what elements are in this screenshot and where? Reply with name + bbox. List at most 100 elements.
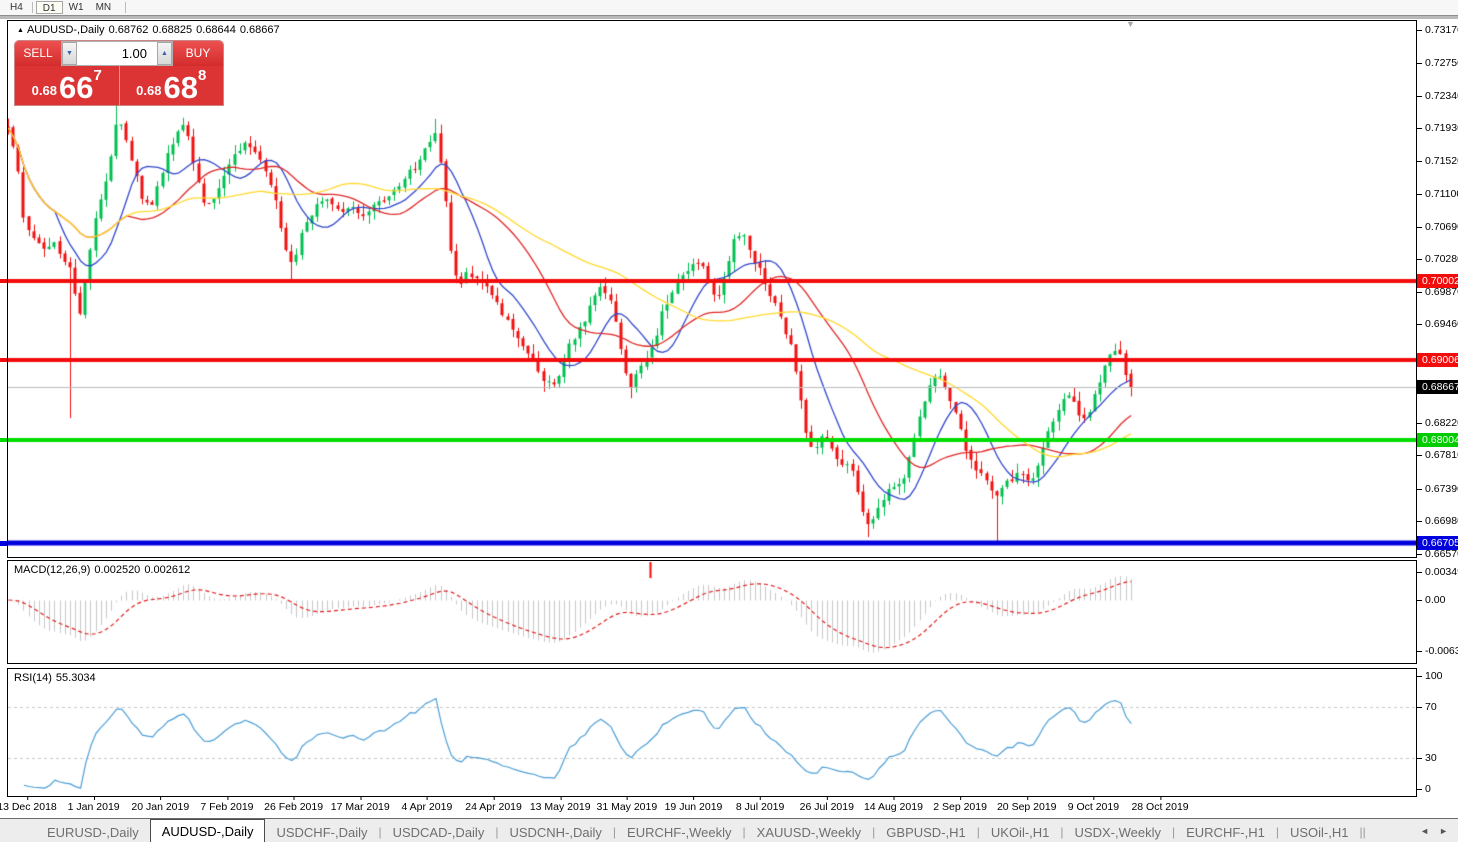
chart-shift-marker-icon[interactable]: ▼ [1126,19,1135,29]
volume-input[interactable]: 1.00 [77,42,157,65]
ohlc-high: 0.68825 [152,24,192,36]
timeframe-button-d1[interactable]: D1 [36,1,63,14]
date-label: 8 Jul 2019 [736,801,784,813]
rsi-panel[interactable]: RSI(14) 55.3034 [7,668,1417,797]
price-tick: 0.71930 [1416,121,1458,135]
date-label: 1 Jan 2019 [68,801,120,813]
volume-stepper: ▼ 1.00 ▲ [61,41,173,66]
macd-scale-tick: 0.00 [1416,593,1445,607]
tab-gbpusd-h1[interactable]: GBPUSD-,H1 [875,822,976,842]
macd-chart-canvas[interactable] [8,561,1416,663]
hline-stub [0,279,7,283]
date-label: 20 Jan 2019 [131,801,189,813]
timeframe-button-h4[interactable]: H4 [4,1,29,14]
price-tick: 0.68220 [1416,416,1458,430]
tab-usdx-weekly[interactable]: USDX-,Weekly [1064,822,1172,842]
timeframe-toolbar: H4 D1W1MN [0,0,1458,15]
sell-button[interactable]: SELL [15,41,61,66]
sell-price-quote[interactable]: 0.68667 [15,66,120,105]
tab-usdcad-daily[interactable]: USDCAD-,Daily [382,822,496,842]
volume-decrease-icon[interactable]: ▼ [62,42,77,65]
price-tick: 0.71100 [1416,187,1458,201]
date-label: 4 Apr 2019 [401,801,452,813]
toolbar-separator [32,2,33,13]
buy-price-quote[interactable]: 0.68688 [120,66,224,105]
rsi-name: RSI(14) [14,672,52,684]
tab-usdchf-daily[interactable]: USDCHF-,Daily [265,822,378,842]
buy-price-prefix: 0.68 [136,83,161,98]
rsi-scale-tick: 100 [1416,669,1443,683]
date-label: 24 Apr 2019 [465,801,522,813]
macd-name: MACD(12,26,9) [14,564,90,576]
date-label: 13 Dec 2018 [0,801,57,813]
volume-increase-icon[interactable]: ▲ [157,42,172,65]
symbol-collapse-icon[interactable]: ▲ [17,27,24,34]
tabs-scroll-right-icon[interactable]: ► [1439,826,1448,836]
price-line-badge: 0.69006 [1417,353,1458,367]
sell-price-prefix: 0.68 [32,83,57,98]
hline-stub [0,358,7,362]
chart-ohlc-header: ▲AUDUSD-,Daily 0.687620.68825 0.68644 0.686… [17,24,284,36]
date-label: 20 Sep 2019 [997,801,1057,813]
price-tick: 0.66980 [1416,514,1458,528]
tabs-scroll-left-icon[interactable]: ◄ [1420,826,1429,836]
date-label: 19 Jun 2019 [665,801,723,813]
date-axis[interactable]: 13 Dec 20181 Jan 201920 Jan 20197 Feb 20… [7,798,1417,815]
chart-tabs-bar: EURUSD-,DailyAUDUSD-,DailyUSDCHF-,Daily |… [0,818,1458,842]
macd-scale-tick: 0.00349 [1416,565,1458,579]
macd-signal-value: 0.002612 [144,564,190,576]
rsi-value: 55.3034 [56,672,96,684]
hline-stub [0,438,7,442]
date-label: 17 Mar 2019 [331,801,390,813]
rsi-scale-tick: 30 [1416,751,1437,765]
date-label: 9 Oct 2019 [1068,801,1119,813]
macd-panel[interactable]: MACD(12,26,9)0.0025200.002612 [7,560,1417,664]
ohlc-open: 0.68762 [109,24,149,36]
symbol-label: AUDUSD-,Daily [27,24,105,36]
tab-eurusd-daily[interactable]: EURUSD-,Daily [36,822,150,842]
price-tick: 0.72750 [1416,56,1458,70]
date-label: 28 Oct 2019 [1131,801,1188,813]
price-line-badge: 0.68004 [1417,433,1458,447]
buy-button[interactable]: BUY [173,41,223,66]
price-tick: 0.67810 [1416,448,1458,462]
price-tick: 0.70280 [1416,252,1458,266]
buy-price-sup: 8 [198,67,206,84]
price-line-badge: 0.70002 [1417,274,1458,288]
tab-audusd-daily[interactable]: AUDUSD-,Daily [150,819,266,842]
macd-label: MACD(12,26,9)0.0025200.002612 [14,564,194,576]
date-label: 31 May 2019 [596,801,657,813]
tab-ukoil-h1[interactable]: UKOil-,H1 [980,822,1061,842]
mt4-terminal: H4D1W1MN ▲AUDUSD-,Daily0.687620.688250.6… [0,0,1458,842]
price-scale[interactable]: 0.731700.727500.723400.719300.715200.711… [1416,0,1458,818]
buy-price-big: 68 [163,73,197,102]
date-label: 14 Aug 2019 [864,801,923,813]
hline-stub [0,541,7,546]
tab-xauusd-weekly[interactable]: XAUUSD-,Weekly [746,822,873,842]
timeframe-button-mn[interactable]: MN [90,1,118,14]
timeframe-button-w1[interactable]: W1 [63,1,90,14]
date-label: 2 Sep 2019 [933,801,987,813]
ohlc-low: 0.68644 [196,24,236,36]
sell-price-sup: 7 [93,67,101,84]
price-tick: 0.72340 [1416,89,1458,103]
ohlc-close: 0.68667 [240,24,280,36]
price-line-badge: 0.66705 [1417,536,1458,550]
tab-separator: | [1363,822,1366,842]
date-label: 26 Feb 2019 [264,801,323,813]
tab-eurchf-h1[interactable]: EURCHF-,H1 [1175,822,1276,842]
tab-usdcnh-daily[interactable]: USDCNH-,Daily [498,822,612,842]
date-label: 7 Feb 2019 [200,801,253,813]
tab-scroll-arrows: ◄► [1410,826,1448,836]
price-tick: 0.67390 [1416,482,1458,496]
toolbar-separator [125,2,126,13]
rsi-chart-canvas[interactable] [8,669,1416,796]
price-tick: 0.69460 [1416,317,1458,331]
tab-eurchf-weekly[interactable]: EURCHF-,Weekly [616,822,743,842]
rsi-scale-tick: 0 [1416,782,1431,796]
tab-usoil-h1[interactable]: USOil-,H1 [1279,822,1360,842]
price-tick: 0.73170 [1416,23,1458,37]
rsi-scale-tick: 70 [1416,700,1437,714]
macd-scale-tick: -0.00637 [1416,644,1458,658]
price-chart-panel[interactable]: ▲AUDUSD-,Daily0.687620.688250.686440.686… [7,20,1417,558]
